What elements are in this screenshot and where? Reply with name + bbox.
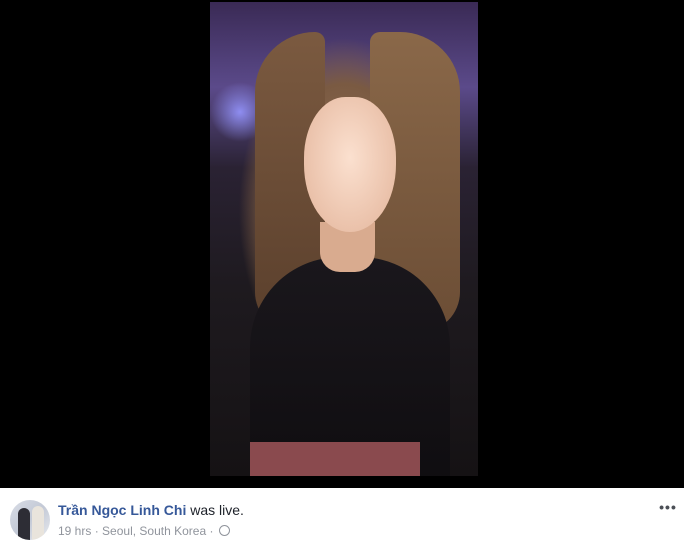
video-player[interactable] [0, 0, 684, 488]
more-options-button[interactable]: ••• [658, 500, 678, 514]
globe-icon[interactable] [218, 525, 230, 536]
author-name-link[interactable]: Trần Ngọc Linh Chi [58, 502, 186, 518]
post-headline: Trần Ngọc Linh Chi was live. [58, 502, 244, 518]
video-frame[interactable] [210, 2, 478, 476]
skirt [250, 442, 420, 476]
avatar[interactable] [10, 500, 50, 540]
post-status-text: was live. [190, 502, 244, 518]
face [304, 97, 396, 232]
